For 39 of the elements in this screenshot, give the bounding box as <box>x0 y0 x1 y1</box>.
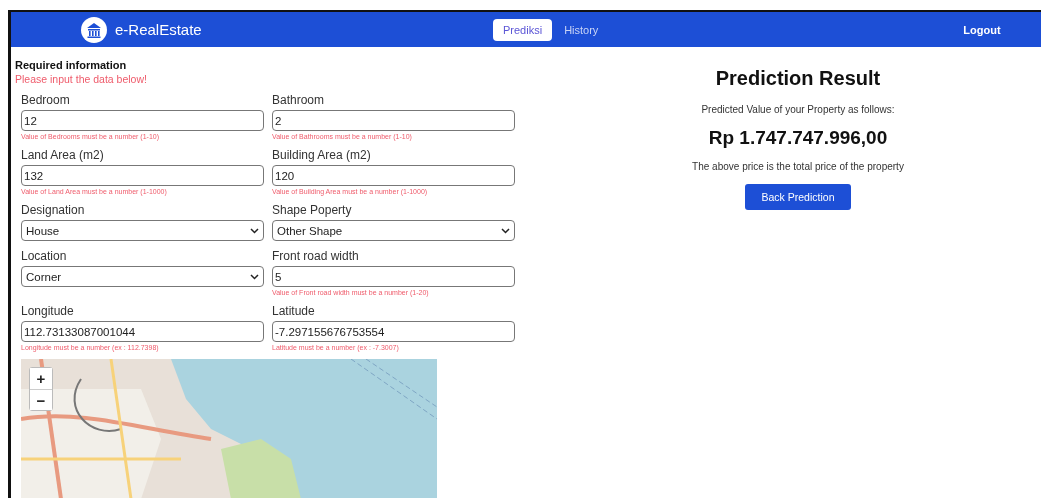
field-label: Location <box>21 249 68 263</box>
field-label: Bedroom <box>21 93 71 107</box>
field-label: Front road width <box>272 249 360 263</box>
form-subtitle: Please input the data below! <box>15 73 148 85</box>
bank-icon <box>81 16 107 43</box>
field-label: Longitude <box>21 304 75 318</box>
select-field[interactable]: Other Shape <box>272 220 515 241</box>
predicted-price: Rp 1.747.747.996,00 <box>708 127 888 149</box>
select-field[interactable]: House <box>21 220 264 241</box>
input-field[interactable]: 5 <box>272 266 515 287</box>
field-label: Latitude <box>272 304 316 318</box>
nav-tab[interactable]: History <box>554 18 609 41</box>
chevron-down-icon <box>501 227 510 234</box>
input-field[interactable]: 112.73133087001044 <box>21 321 264 342</box>
select-value: House <box>26 224 60 237</box>
chevron-down-icon <box>250 273 259 280</box>
field-label: Shape Poperty <box>272 203 353 217</box>
input-field[interactable]: 12 <box>21 110 264 131</box>
field-label: Bathroom <box>272 93 326 107</box>
form-title: Required information <box>15 59 128 71</box>
input-field[interactable]: 2 <box>272 110 515 131</box>
input-field[interactable]: 132 <box>21 165 264 186</box>
price-note: The above price is the total price of the property <box>692 161 904 172</box>
input-field[interactable]: 120 <box>272 165 515 186</box>
zoom-out-button[interactable]: − <box>30 389 52 410</box>
result-intro: Predicted Value of your Property as follows: <box>701 104 895 115</box>
field-label: Designation <box>21 203 86 217</box>
select-value: Other Shape <box>277 224 343 237</box>
select-field[interactable]: Corner <box>21 266 264 287</box>
chevron-down-icon <box>250 227 259 234</box>
input-field[interactable]: -7.297155676753554 <box>272 321 515 342</box>
back-prediction-button[interactable]: Back Prediction <box>744 184 852 210</box>
select-value: Corner <box>26 270 62 283</box>
nav-tab[interactable]: Prediksi <box>493 18 553 41</box>
brand-name[interactable]: e-RealEstate <box>115 21 202 38</box>
field-label: Building Area (m2) <box>272 148 372 162</box>
result-title: Prediction Result <box>715 67 881 90</box>
logout-link[interactable]: Logout <box>957 22 1007 37</box>
field-label: Land Area (m2) <box>21 148 105 162</box>
